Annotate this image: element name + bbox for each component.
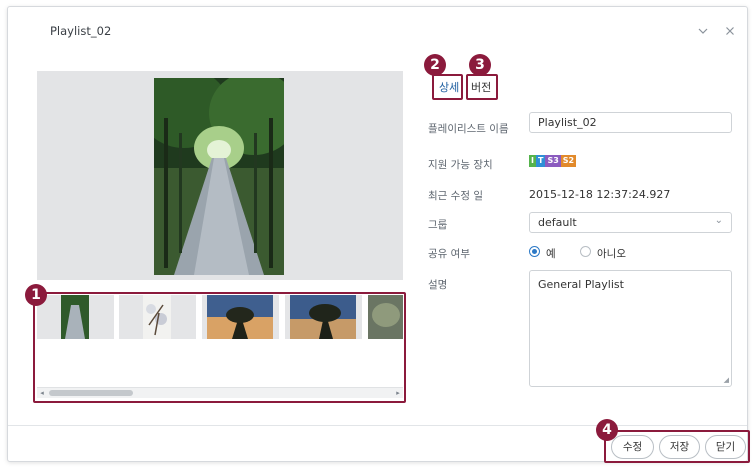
resize-handle-icon[interactable]: ◢ [724,376,729,384]
group-select[interactable]: default ⌄ [529,212,732,233]
device-badge-s2: S2 [560,155,577,167]
preview-image [154,78,284,275]
name-field[interactable]: Playlist_02 [529,112,732,133]
modified-value: 2015-12-18 12:37:24.927 [529,188,671,201]
dialog-title: Playlist_02 [50,24,112,38]
callout-box-3 [466,74,498,100]
callout-marker-2: 2 [424,54,446,76]
callout-marker-1: 1 [25,284,47,306]
callout-box-1 [33,292,406,403]
callout-box-4 [604,430,750,463]
device-badge-i: I [529,155,536,167]
content-preview [37,71,403,280]
modified-label: 최근 수정 일 [428,190,483,202]
footer-divider [8,425,747,426]
share-label: 공유 여부 [428,248,470,260]
devices-label: 지원 가능 장치 [428,159,493,171]
close-icon[interactable] [724,25,736,37]
group-select-value: default [538,216,577,229]
share-no-radio[interactable] [580,246,591,257]
share-no-label[interactable]: 아니오 [597,246,626,261]
device-badges: I T S3 S2 [529,155,577,167]
chevron-down-icon[interactable] [697,25,709,37]
callout-marker-4: 4 [596,419,618,441]
description-field[interactable]: General Playlist ◢ [529,270,732,387]
device-badge-t: T [535,155,546,167]
name-label: 플레이리스트 이름 [428,123,509,135]
chevron-down-icon: ⌄ [714,215,723,226]
description-label: 설명 [428,279,448,291]
callout-box-2 [432,74,463,100]
description-value: General Playlist [538,278,624,291]
group-label: 그룹 [428,219,448,231]
callout-marker-3: 3 [469,54,491,76]
share-yes-label[interactable]: 예 [546,246,556,261]
device-badge-s3: S3 [545,155,561,167]
share-yes-radio[interactable] [529,246,540,257]
